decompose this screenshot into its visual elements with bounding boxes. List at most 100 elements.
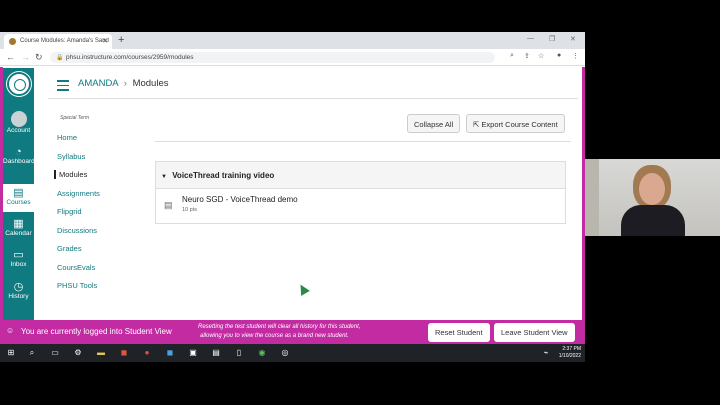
webcam-background [585,159,599,236]
course-nav-grades[interactable]: Grades [57,244,82,253]
back-icon[interactable]: ← [6,52,15,62]
history-clock-icon: ◷ [13,281,24,293]
url-text: phsu.instructure.com/courses/2959/module… [66,54,194,61]
course-nav-home[interactable]: Home [57,133,77,142]
header-divider [48,98,578,99]
office-icon[interactable]: ◼ [119,348,129,358]
avatar [10,111,27,127]
global-nav: Account ◔ Dashboard ▤ Courses ▦ Calendar… [3,68,35,320]
forward-icon[interactable]: → [21,52,30,62]
nav-label: Inbox [10,261,27,268]
new-tab-icon[interactable]: + [118,34,124,46]
url-field[interactable]: 🔒 phsu.instructure.com/courses/2959/modu… [50,52,495,63]
module-item-title[interactable]: Neuro SGD - VoiceThread demo [182,195,298,204]
favicon-icon [9,38,16,45]
note-line-2: allowing you to view the course as a bra… [200,333,349,339]
nav-label: Dashboard [3,158,35,165]
page-title: Modules [132,78,169,89]
search-icon[interactable]: ⌕ [27,348,37,358]
module-header[interactable]: ▼ VoiceThread training video [156,162,565,189]
student-view-bar: ☺ You are currently logged into Student … [0,320,585,344]
network-icon[interactable]: ⌁ [541,348,551,358]
browser-tab[interactable]: Course Modules: Amanda's Sand ✕ [4,34,112,49]
global-nav-account[interactable]: Account [3,111,34,134]
browser-window: Course Modules: Amanda's Sand ✕ + — ❐ ✕ … [0,32,585,362]
bookmark-star-icon[interactable]: ☆ [538,52,544,60]
outlook-icon[interactable]: ◼ [165,348,175,358]
settings-gear-icon[interactable]: ⚙ [73,348,83,358]
dashboard-icon: ◔ [15,146,22,158]
course-nav-phsu-tools[interactable]: PHSU Tools [57,281,97,290]
course-nav-discussions[interactable]: Discussions [57,226,97,235]
address-bar: ← → ↻ 🔒 phsu.instructure.com/courses/295… [0,49,585,66]
nav-label: Calendar [5,230,32,237]
close-window-icon[interactable]: ✕ [570,35,576,43]
nav-label: Account [6,127,31,134]
zoom-icon[interactable]: ⌕ [510,52,514,60]
clock-date: 1/10/2022 [558,353,581,359]
breadcrumb: AMANDA › Modules [78,78,169,89]
global-nav-history[interactable]: ◷ History [3,281,34,300]
document-app-icon[interactable]: ▯ [234,348,244,358]
webcam-overlay [585,159,720,236]
powerpoint-icon[interactable]: ● [142,348,152,358]
chrome-icon[interactable]: ◉ [257,348,267,358]
profile-icon[interactable]: ● [557,52,561,59]
menu-hamburger-icon[interactable] [57,80,69,94]
note-line-1: Resetting the test student will clear al… [198,324,361,330]
user-app-icon[interactable]: ▣ [188,348,198,358]
course-nav-assignments[interactable]: Assignments [57,189,100,198]
document-icon: ▤ [164,200,173,210]
content-divider [155,141,571,142]
export-icon: ⇱ [473,120,480,129]
reload-icon[interactable]: ↻ [35,52,43,63]
taskbar-clock[interactable]: 2:37 PM 1/10/2022 [559,346,581,360]
student-view-message: You are currently logged into Student Vi… [21,327,172,336]
windows-start-icon[interactable]: ⊞ [6,348,16,358]
breadcrumb-course-link[interactable]: AMANDA [78,78,118,89]
calendar-icon: ▦ [13,218,24,230]
global-nav-calendar[interactable]: ▦ Calendar [3,218,34,237]
book-icon: ▤ [13,187,24,199]
module-title: VoiceThread training video [172,171,275,180]
nav-label: Courses [6,199,31,206]
tab-bar: Course Modules: Amanda's Sand ✕ + — ❐ ✕ [0,32,585,49]
file-explorer-icon[interactable]: ▬ [96,348,106,358]
leave-student-view-button[interactable]: Leave Student View [494,323,575,342]
reset-student-button[interactable]: Reset Student [428,323,490,342]
nav-label: History [8,293,29,300]
course-nav-flipgrid[interactable]: Flipgrid [57,207,82,216]
lock-icon: 🔒 [56,55,64,61]
inbox-icon: ▭ [13,249,24,261]
breadcrumb-separator: › [123,78,127,89]
module-item[interactable]: ▤ Neuro SGD - VoiceThread demo 10 pts [156,189,565,223]
menu-dots-icon[interactable]: ⋮ [572,52,579,60]
course-nav-coursevals[interactable]: CoursEvals [57,263,95,272]
collapse-caret-icon[interactable]: ▼ [161,174,167,180]
presenter-face [639,173,665,205]
global-nav-inbox[interactable]: ▭ Inbox [3,249,34,268]
global-nav-courses[interactable]: ▤ Courses [3,184,34,212]
module-item-points: 10 pts [182,207,197,213]
school-logo[interactable] [7,72,31,96]
tab-title: Course Modules: Amanda's Sand [20,38,109,44]
close-tab-icon[interactable]: ✕ [102,37,108,45]
obs-icon[interactable]: ◎ [280,348,290,358]
collapse-all-button[interactable]: Collapse All [407,114,461,133]
clock-time: 2:37 PM [562,346,581,352]
student-view-icon: ☺ [6,326,15,335]
module-card: ▼ VoiceThread training video ▤ Neuro SGD… [155,161,566,224]
export-course-content-button[interactable]: ⇱ Export Course Content [466,114,565,133]
course-nav-modules[interactable]: Modules [54,170,87,179]
maximize-icon[interactable]: ❐ [549,35,555,43]
mouse-cursor-icon [296,282,310,296]
student-view-note: Resetting the test student will clear al… [198,323,360,341]
presenter-body [621,205,685,236]
app-icon[interactable]: ▤ [211,348,221,358]
minimize-icon[interactable]: — [527,35,534,42]
share-icon[interactable]: ⇪ [524,52,530,60]
task-view-icon[interactable]: ▭ [50,348,60,358]
term-label: Special Term [60,115,89,121]
global-nav-dashboard[interactable]: ◔ Dashboard [3,146,35,165]
course-nav-syllabus[interactable]: Syllabus [57,152,85,161]
